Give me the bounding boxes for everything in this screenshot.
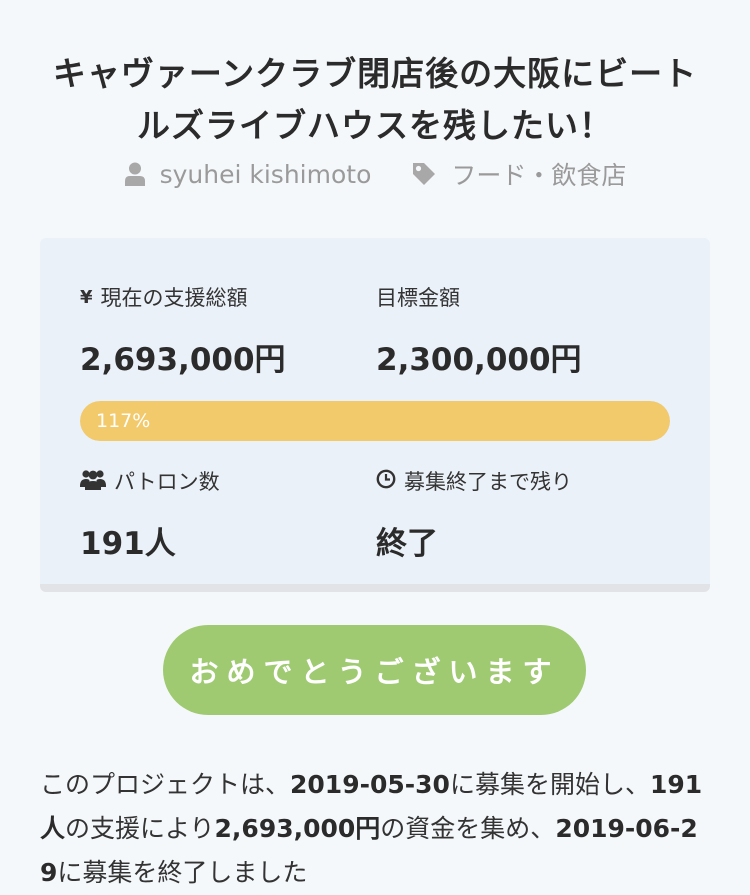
summary-text-4: の資金を集め、 <box>380 814 556 843</box>
patrons-label: パトロン数 <box>114 470 220 494</box>
summary-text-1: このプロジェクトは、 <box>40 770 291 799</box>
summary-text-3: の支援により <box>65 814 215 843</box>
progress-fill: 117% <box>80 401 670 441</box>
congratulations-button[interactable]: おめでとうございます <box>163 625 586 715</box>
stats-card: ¥ 現在の支援総額 2,693,000円 目標金額 2,300,000円 117… <box>40 238 710 592</box>
yen-icon: ¥ <box>80 286 93 308</box>
user-icon <box>124 162 146 186</box>
owner-name: syuhei kishimoto <box>159 159 372 189</box>
category-link[interactable]: フード・飲食店 <box>411 156 626 192</box>
summary-text-5: に募集を終了しました <box>57 858 308 887</box>
remaining-value: 終了 <box>376 526 438 562</box>
summary-text-2: に募集を開始し、 <box>449 770 650 799</box>
progress-percent: 117% <box>96 410 151 432</box>
patrons-value: 191人 <box>80 526 176 562</box>
clock-icon <box>376 469 396 494</box>
tag-icon <box>411 161 437 187</box>
goal-amount-label: 目標金額 <box>376 286 460 310</box>
current-amount-stat: ¥ 現在の支援総額 2,693,000円 <box>80 282 286 379</box>
project-title: キャヴァーンクラブ閉店後の大阪にビートルズライブハウスを残したい！ <box>52 54 698 146</box>
remaining-label: 募集終了まで残り <box>404 470 572 494</box>
project-meta: syuhei kishimoto フード・飲食店 <box>0 156 750 192</box>
summary-amount: 2,693,000円 <box>214 814 381 843</box>
project-summary: このプロジェクトは、2019-05-30に募集を開始し、191人の支援により2,… <box>40 763 712 895</box>
current-amount-value: 2,693,000円 <box>80 342 286 378</box>
group-icon <box>80 468 106 495</box>
owner-link[interactable]: syuhei kishimoto <box>124 159 372 189</box>
goal-amount-stat: 目標金額 2,300,000円 <box>376 282 582 379</box>
category-name: フード・飲食店 <box>451 161 627 190</box>
patrons-stat: パトロン数 191人 <box>80 466 220 563</box>
funding-progress-bar: 117% <box>80 401 670 441</box>
remaining-stat: 募集終了まで残り 終了 <box>376 466 572 563</box>
goal-amount-value: 2,300,000円 <box>376 342 582 378</box>
current-amount-label: 現在の支援総額 <box>100 286 248 310</box>
start-date: 2019-05-30 <box>290 770 450 799</box>
